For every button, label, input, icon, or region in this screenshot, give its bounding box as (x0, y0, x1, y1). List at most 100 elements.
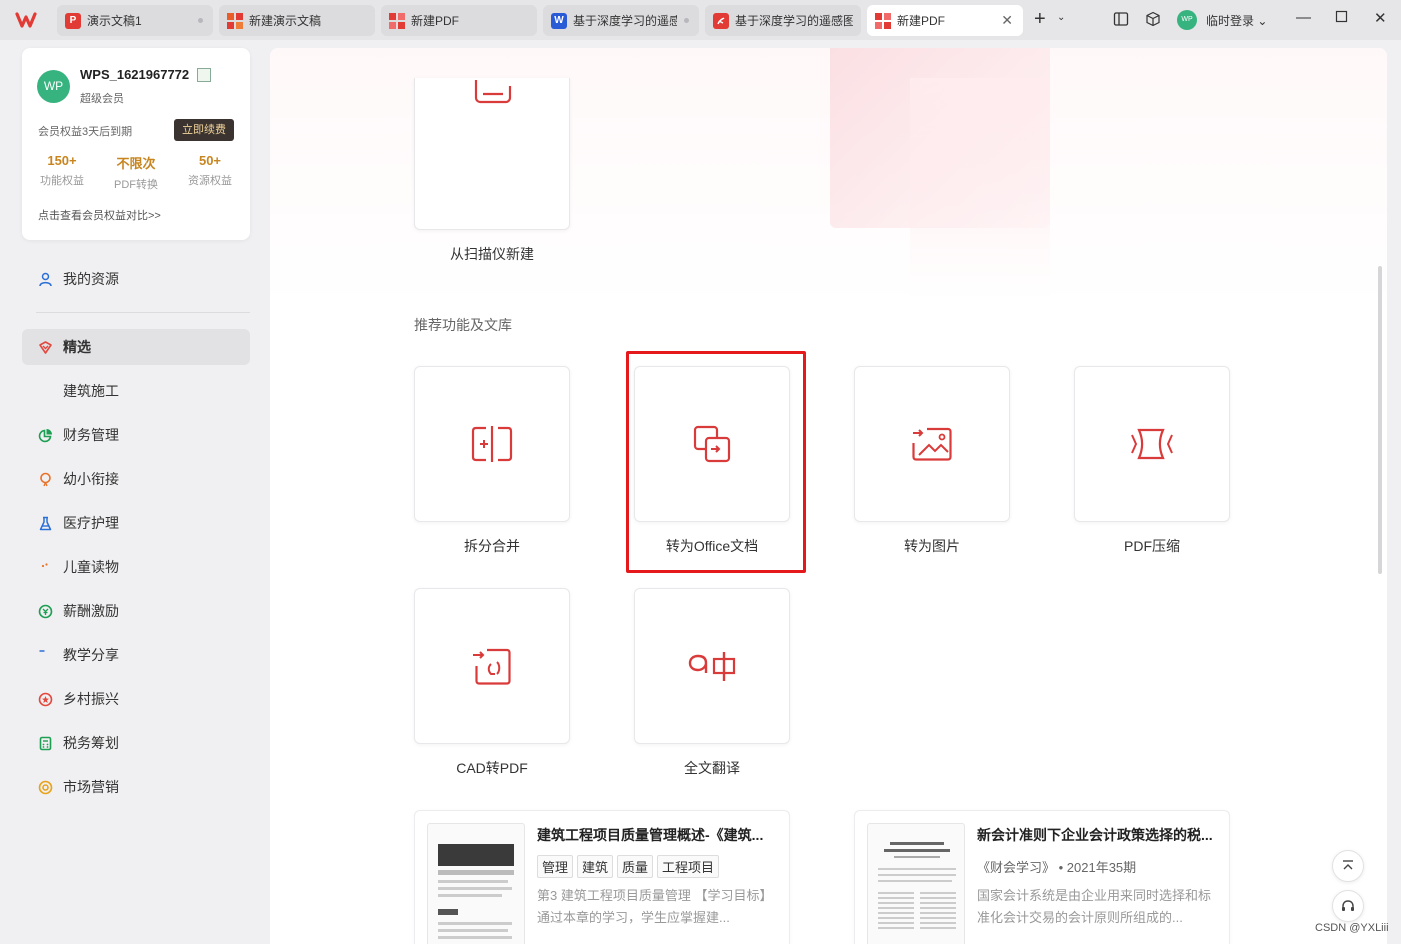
scanner-icon (473, 78, 513, 107)
stat-resources[interactable]: 50+ 资源权益 (180, 153, 240, 188)
target-icon (38, 780, 53, 795)
palette-icon (38, 560, 53, 575)
cube-icon[interactable] (1145, 11, 1161, 31)
doc-card[interactable]: 建筑工程项目质量管理概述-《建筑... 管理 建筑 质量 工程项目 第3 建筑工… (414, 810, 790, 944)
user-icon (38, 272, 53, 287)
new-presentation-icon (227, 12, 243, 29)
minimize-icon[interactable]: — (1296, 9, 1311, 26)
section-title: 推荐功能及文库 (414, 317, 512, 333)
doc-card[interactable]: 新会计准则下企业会计政策选择的税... 《财会学习》 • 2021年35期 国家… (854, 810, 1230, 944)
pdf-icon (389, 12, 405, 29)
stat-pdf-convert[interactable]: 不限次 PDF转换 (106, 153, 166, 192)
tab-label: 新建PDF (411, 14, 460, 28)
stat-value: 不限次 (116, 156, 156, 171)
doc-source: 《财会学习》 • 2021年35期 (977, 860, 1137, 875)
back-to-top-button[interactable] (1332, 850, 1364, 882)
sidebar-item-10[interactable]: 市场营销 (22, 769, 250, 805)
doc-thumbnail (427, 823, 525, 944)
sidebar-item-label: 教学分享 (63, 647, 119, 663)
doc-thumbnail (867, 823, 965, 944)
sidebar-item-0[interactable]: 精选 (22, 329, 250, 365)
wps-logo-icon[interactable] (14, 9, 42, 31)
wrench-icon (38, 384, 53, 399)
stat-features[interactable]: 150+ 功能权益 (32, 153, 92, 188)
star-badge-icon (38, 692, 53, 707)
maximize-icon[interactable] (1335, 10, 1349, 28)
stat-label: 功能权益 (40, 175, 84, 187)
chevron-down-icon[interactable]: ⌄ (1057, 12, 1065, 23)
scanner-new-card[interactable] (414, 78, 570, 230)
sidebar-item-9[interactable]: 税务筹划 (22, 725, 250, 761)
member-level: 超级会员 (80, 93, 124, 105)
close-tab-icon[interactable]: ✕ (1001, 12, 1013, 29)
unsaved-dot-icon (198, 18, 203, 23)
feature-full-translate[interactable] (634, 588, 790, 744)
tab-label: 基于深度学习的遥感 (573, 14, 677, 28)
unsaved-dot-icon (684, 18, 689, 23)
close-window-icon[interactable]: ✕ (1374, 9, 1387, 27)
username: WPS_1621967772 (80, 67, 190, 82)
balloon-icon (38, 472, 53, 487)
sidebar-item-4[interactable]: 医疗护理 (22, 505, 250, 541)
tab-new-pdf-active[interactable]: 新建PDF ✕ (867, 5, 1023, 36)
new-tab-plus-icon[interactable]: + (1034, 8, 1046, 31)
hero-decoration (910, 78, 1050, 298)
split-merge-icon (471, 426, 513, 462)
avatar[interactable]: WP (37, 70, 70, 103)
login-button[interactable]: 临时登录 ⌄ (1206, 12, 1267, 29)
headset-icon (1342, 900, 1354, 911)
sidebar-item-7[interactable]: 教学分享 (22, 637, 250, 673)
feature-label: 全文翻译 (684, 760, 740, 776)
customer-service-button[interactable] (1332, 890, 1364, 922)
doc-tag[interactable]: 质量 (617, 855, 654, 878)
book-icon (38, 648, 53, 663)
tab-word-doc[interactable]: W 基于深度学习的遥感 (543, 5, 699, 36)
presentation-icon: P (65, 12, 81, 29)
sidebar-item-my-resources[interactable]: 我的资源 (22, 261, 250, 297)
scanner-new-label: 从扫描仪新建 (450, 246, 534, 262)
sidebar-item-5[interactable]: 儿童读物 (22, 549, 250, 585)
main-panel: 从扫描仪新建 推荐功能及文库 拆分合并 转为Office文档 转为图片 PDF压… (270, 48, 1387, 944)
sidebar-item-3[interactable]: 幼小衔接 (22, 461, 250, 497)
sidebar-item-label: 医疗护理 (63, 515, 119, 531)
tab-bar: P 演示文稿1 新建演示文稿 新建PDF W 基于深度学习的遥感 基于深度学习的… (0, 0, 1401, 40)
pdf-icon (875, 12, 891, 29)
renew-button[interactable]: 立即续费 (174, 119, 234, 141)
sidebar-item-1[interactable]: 建筑施工 (22, 373, 250, 409)
doc-description: 第3 建筑工程项目质量管理 【学习目标】 通过本章的学习，学生应掌握建... (537, 888, 773, 925)
user-avatar[interactable]: WP (1177, 10, 1197, 30)
compare-benefits-link[interactable]: 点击查看会员权益对比>> (38, 207, 161, 223)
id-card-icon[interactable] (197, 68, 211, 82)
sidebar-item-label: 税务筹划 (63, 735, 119, 751)
doc-tag[interactable]: 工程项目 (657, 855, 720, 878)
scrollbar[interactable] (1378, 266, 1382, 574)
feature-split-merge[interactable] (414, 366, 570, 522)
doc-title[interactable]: 建筑工程项目质量管理概述-《建筑... (537, 825, 777, 845)
sidebar-item-8[interactable]: 乡村振兴 (22, 681, 250, 717)
doc-title[interactable]: 新会计准则下企业会计政策选择的税... (977, 825, 1217, 845)
feature-cad-to-pdf[interactable] (414, 588, 570, 744)
tab-pdf-doc[interactable]: 基于深度学习的遥感图 (705, 5, 861, 36)
sidebar-item-label: 薪酬激励 (63, 603, 119, 619)
tab-new-pdf-1[interactable]: 新建PDF (381, 5, 537, 36)
sidebar-item-6[interactable]: 薪酬激励 (22, 593, 250, 629)
pdf-doc-icon (713, 12, 729, 29)
sidebar-item-2[interactable]: 财务管理 (22, 417, 250, 453)
doc-description: 国家会计系统是由企业用来同时选择和标准化会计交易的会计原则所组成的... (977, 888, 1212, 925)
back-to-top-icon (1343, 860, 1353, 870)
feature-label: 拆分合并 (464, 538, 520, 554)
coin-icon (38, 604, 53, 619)
feature-label: 转为图片 (904, 538, 960, 554)
doc-tag[interactable]: 建筑 (577, 855, 614, 878)
tab-presentation-1[interactable]: P 演示文稿1 (57, 5, 213, 36)
tab-new-presentation[interactable]: 新建演示文稿 (219, 5, 375, 36)
feature-pdf-compress[interactable] (1074, 366, 1230, 522)
pie-chart-icon (38, 428, 53, 443)
tab-label: 基于深度学习的遥感图 (735, 14, 853, 28)
translate-icon (688, 652, 736, 681)
featured-icon (38, 340, 53, 355)
layout-panel-icon[interactable] (1113, 11, 1129, 31)
doc-tag[interactable]: 管理 (537, 855, 574, 878)
divider (36, 312, 250, 313)
feature-convert-image[interactable] (854, 366, 1010, 522)
